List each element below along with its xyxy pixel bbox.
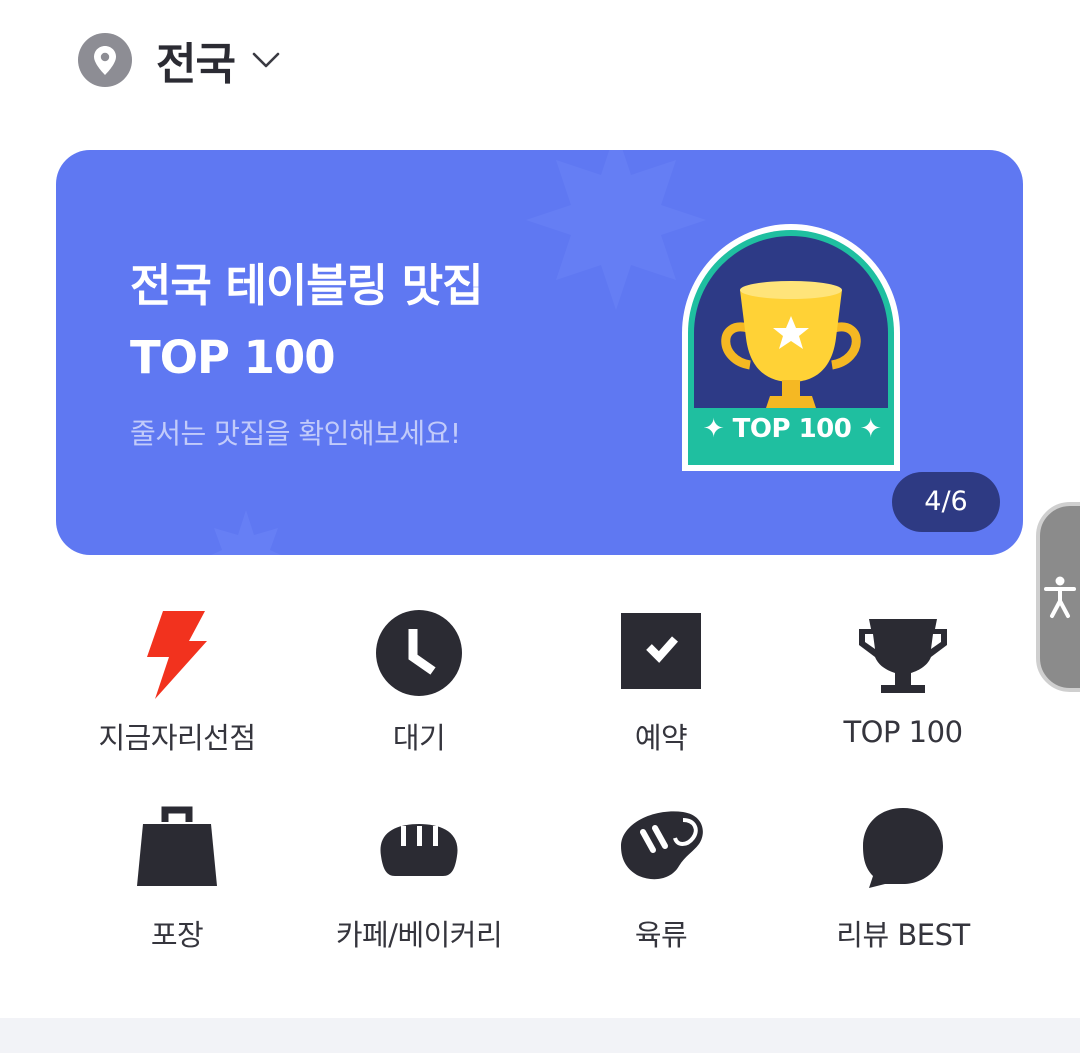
category-meat[interactable]: 육류 xyxy=(551,802,771,954)
bread-icon xyxy=(380,824,458,876)
category-label: 대기 xyxy=(392,721,446,755)
promo-banner[interactable]: 전국 테이블링 맛집 TOP 100 줄서는 맛집을 확인해보세요! ✦ TOP… xyxy=(56,150,1023,555)
location-name: 전국 xyxy=(156,39,236,90)
shopping-bag-icon xyxy=(137,806,217,886)
trophy-icon xyxy=(859,619,947,693)
meat-icon xyxy=(621,811,703,880)
category-cafe-bakery[interactable]: 카페/베이커리 xyxy=(309,802,529,954)
location-selector[interactable]: 전국 xyxy=(78,28,283,92)
badge-label: ✦ TOP 100 ✦ xyxy=(702,414,882,444)
category-label: TOP 100 xyxy=(843,715,963,749)
banner-subtitle: 줄서는 맛집을 확인해보세요! xyxy=(130,417,461,450)
clock-icon xyxy=(376,610,462,696)
chevron-down-icon xyxy=(252,52,280,68)
location-pin-icon xyxy=(78,33,132,87)
category-label: 육류 xyxy=(634,918,688,952)
check-box-icon xyxy=(621,613,701,689)
banner-title-line2: TOP 100 xyxy=(130,331,336,384)
section-divider xyxy=(0,1018,1080,1053)
category-top100[interactable]: TOP 100 xyxy=(793,605,1013,749)
category-label: 예약 xyxy=(634,721,688,755)
category-waiting[interactable]: 대기 xyxy=(309,605,529,757)
banner-title-line1: 전국 테이블링 맛집 xyxy=(130,259,484,312)
banner-page-counter: 4/6 xyxy=(892,472,1000,532)
accessibility-button[interactable] xyxy=(1036,502,1080,692)
lightning-icon xyxy=(147,611,207,699)
category-label: 리뷰 BEST xyxy=(836,918,970,952)
category-label: 지금자리선점 xyxy=(98,721,256,755)
speech-bubble-icon xyxy=(863,808,943,888)
category-takeout[interactable]: 포장 xyxy=(67,802,287,954)
home-screen: 전국 전국 테이블링 맛집 TOP 100 줄서는 맛집을 확인해보세요! ✦ … xyxy=(0,0,1080,1053)
accessibility-person-icon xyxy=(1044,576,1076,618)
banner-title: 전국 테이블링 맛집 TOP 100 xyxy=(130,250,484,394)
category-now-seat[interactable]: 지금자리선점 xyxy=(67,605,287,757)
category-reservation[interactable]: 예약 xyxy=(551,605,771,757)
category-review-best[interactable]: 리뷰 BEST xyxy=(793,802,1013,954)
category-label: 카페/베이커리 xyxy=(335,918,503,952)
category-label: 포장 xyxy=(150,918,204,952)
